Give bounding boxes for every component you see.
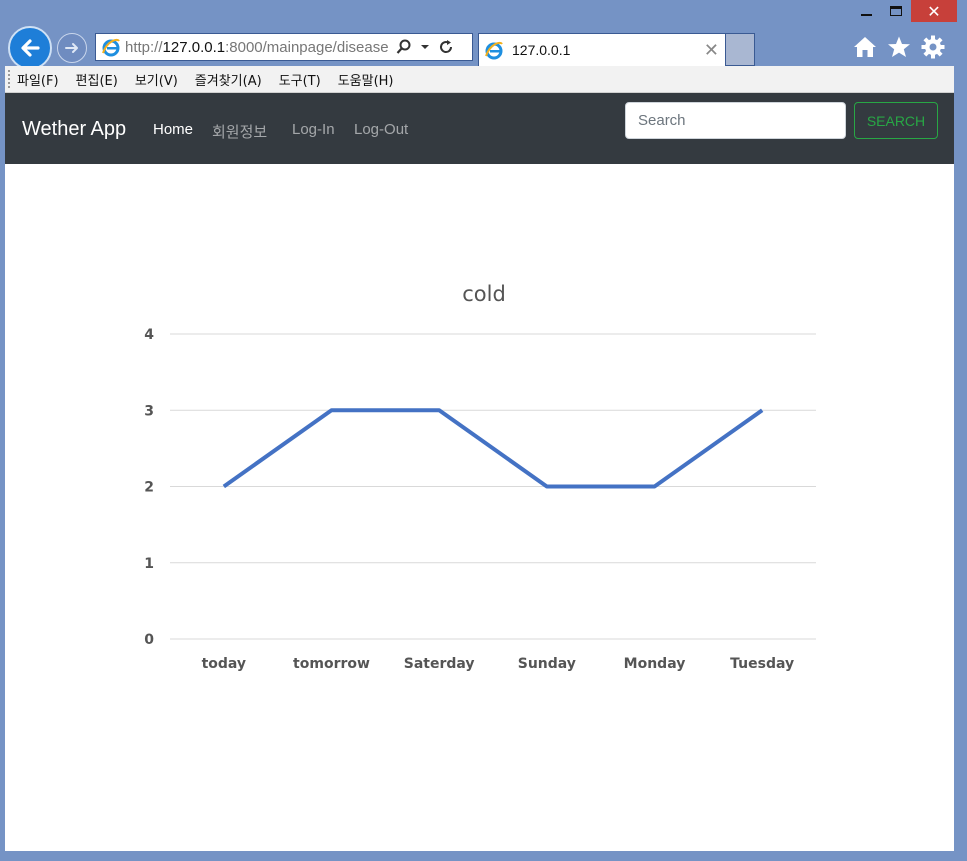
maximize-button[interactable] (881, 0, 911, 22)
browser-right-icons (853, 35, 945, 59)
back-arrow-icon (21, 39, 40, 57)
search-icon[interactable] (396, 39, 412, 55)
maximize-icon (890, 6, 902, 16)
tab-ie-icon (483, 39, 505, 61)
window-bottom-border (0, 851, 967, 861)
x-tick-label: tomorrow (293, 656, 370, 672)
x-tick-label: Tuesday (730, 656, 794, 672)
menu-help[interactable]: 도움말(H) (338, 70, 394, 89)
address-text[interactable]: http://127.0.0.1:8000/mainpage/disease (125, 39, 390, 56)
dropdown-arrow-icon[interactable] (420, 43, 430, 51)
x-tick-label: today (202, 656, 246, 672)
address-bar[interactable]: http://127.0.0.1:8000/mainpage/disease (95, 33, 473, 61)
line-chart: cold 0 1 2 3 4 today tomorrow Saterday Sunday Mo… (144, 282, 816, 672)
refresh-icon[interactable] (438, 39, 454, 55)
chart-x-ticks: today tomorrow Saterday Sunday Monday Tuesday (202, 656, 795, 672)
chart-title: cold (462, 282, 506, 306)
settings-gear-icon[interactable] (921, 35, 945, 59)
minimize-button[interactable] (851, 0, 881, 22)
address-path: :8000/mainpage/disease (225, 38, 389, 56)
forward-button[interactable] (57, 33, 87, 63)
ie-logo-icon (100, 36, 122, 58)
chart-series-line (222, 408, 764, 489)
menu-tools[interactable]: 도구(T) (279, 70, 321, 89)
page-content: Wether App Home 회원정보 Log-In Log-Out SEAR… (5, 93, 954, 851)
menu-favorites[interactable]: 즐겨찾기(A) (195, 70, 262, 89)
forward-arrow-icon (65, 43, 78, 53)
minimize-icon (860, 14, 872, 16)
favorites-star-icon[interactable] (887, 35, 911, 59)
close-window-button[interactable]: ✕ (911, 0, 957, 22)
y-tick-label: 0 (144, 632, 154, 648)
menu-view[interactable]: 보기(V) (135, 70, 178, 89)
y-tick-label: 2 (144, 480, 154, 496)
y-tick-label: 4 (144, 327, 154, 343)
x-tick-label: Monday (624, 656, 686, 672)
x-tick-label: Saterday (404, 656, 475, 672)
menu-grip (8, 70, 12, 88)
home-icon[interactable] (853, 35, 877, 59)
y-tick-label: 1 (144, 556, 154, 572)
y-tick-label: 3 (144, 403, 154, 419)
menu-file[interactable]: 파일(F) (17, 70, 59, 89)
browser-toolbar: http://127.0.0.1:8000/mainpage/disease 1… (0, 26, 967, 70)
tab-title: 127.0.0.1 (512, 42, 571, 58)
chart-gridlines (170, 333, 816, 640)
browser-tab[interactable]: 127.0.0.1 ✕ (478, 33, 726, 66)
window-controls: ✕ (851, 0, 957, 24)
tab-close-icon[interactable]: ✕ (704, 40, 719, 61)
menu-bar: 파일(F) 편집(E) 보기(V) 즐겨찾기(A) 도구(T) 도움말(H) (5, 66, 954, 93)
menu-edit[interactable]: 편집(E) (76, 70, 118, 89)
back-button[interactable] (8, 26, 52, 70)
x-tick-label: Sunday (518, 656, 576, 672)
close-icon: ✕ (927, 1, 941, 21)
address-host: 127.0.0.1 (162, 38, 226, 56)
address-scheme: http:// (125, 38, 163, 56)
chart-y-ticks: 0 1 2 3 4 (144, 327, 154, 648)
new-tab-button[interactable] (726, 33, 755, 66)
